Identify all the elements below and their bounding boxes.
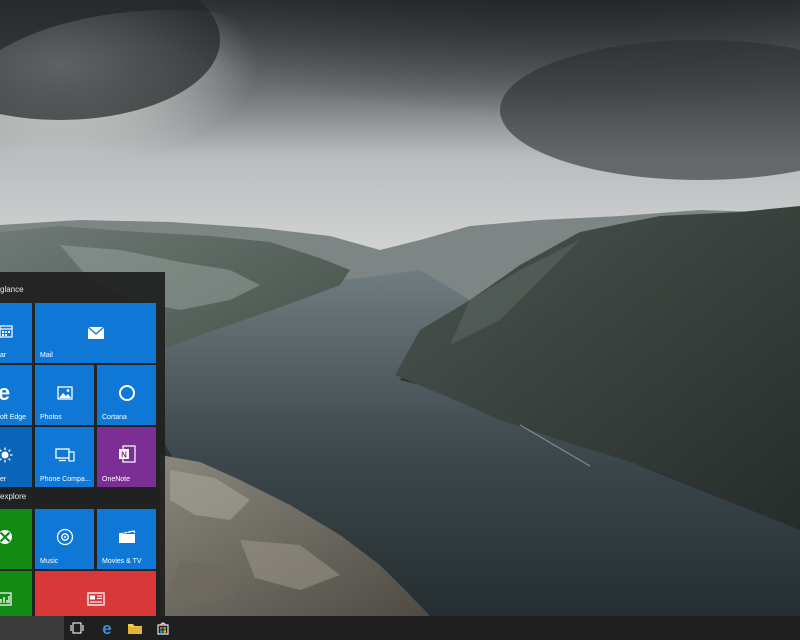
- tile-news[interactable]: [35, 571, 156, 616]
- music-icon: [56, 528, 74, 546]
- tile-xbox[interactable]: [0, 509, 32, 569]
- start-menu: glance ar Mail e oft Edge Photos Cortana: [0, 272, 165, 616]
- weather-icon: [0, 447, 13, 463]
- tile-label: er: [0, 476, 7, 483]
- movies-tv-icon: [118, 530, 136, 544]
- onenote-icon: N: [118, 445, 136, 463]
- tile-label: OneNote: [102, 476, 131, 483]
- tile-label: Movies & TV: [102, 558, 142, 565]
- file-explorer-icon[interactable]: [121, 616, 149, 640]
- xbox-icon: [0, 529, 13, 545]
- store-icon[interactable]: [149, 616, 177, 640]
- tile-movies-tv[interactable]: Movies & TV: [97, 509, 156, 569]
- tile-photos[interactable]: Photos: [35, 365, 94, 425]
- tile-label: Phone Compa...: [40, 476, 91, 483]
- tile-onenote[interactable]: N OneNote: [97, 427, 156, 487]
- tile-money[interactable]: [0, 571, 32, 616]
- tile-label: Photos: [40, 414, 62, 421]
- tile-label: ar: [0, 352, 7, 359]
- cortana-icon: [118, 384, 136, 402]
- start-button-area[interactable]: [0, 616, 64, 640]
- calendar-icon: [0, 324, 13, 338]
- task-view-icon[interactable]: [63, 616, 91, 640]
- tile-weather[interactable]: er: [0, 427, 32, 487]
- tile-label: Cortana: [102, 414, 127, 421]
- phone-companion-icon: [54, 448, 75, 462]
- edge-icon: e: [0, 380, 11, 405]
- svg-text:N: N: [121, 451, 127, 460]
- tile-music[interactable]: Music: [35, 509, 94, 569]
- money-icon: [0, 592, 12, 606]
- tile-group-header-explore: explore: [0, 492, 27, 501]
- mail-icon: [87, 326, 105, 340]
- tile-mail[interactable]: Mail: [35, 303, 156, 363]
- tile-label: Mail: [40, 352, 53, 359]
- tile-group-header-glance: glance: [0, 285, 24, 294]
- tile-microsoft-edge[interactable]: e oft Edge: [0, 365, 32, 425]
- tile-label: Music: [40, 558, 59, 565]
- photos-icon: [56, 386, 73, 400]
- tile-label: oft Edge: [0, 414, 27, 421]
- taskbar: e: [0, 616, 800, 640]
- tile-calendar[interactable]: ar: [0, 303, 32, 363]
- news-icon: [86, 592, 105, 606]
- tile-phone-companion[interactable]: Phone Compa...: [35, 427, 94, 487]
- edge-icon[interactable]: e: [93, 616, 121, 640]
- tile-cortana[interactable]: Cortana: [97, 365, 156, 425]
